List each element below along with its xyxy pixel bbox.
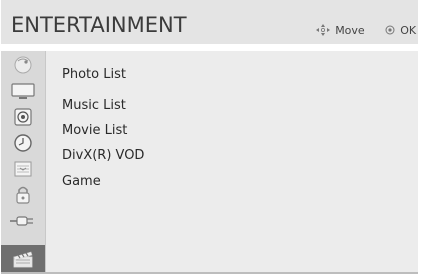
menu-header: ENTERTAINMENT Move OK bbox=[1, 0, 418, 44]
move-arrows-icon bbox=[316, 24, 333, 37]
page-title: ENTERTAINMENT bbox=[11, 13, 187, 37]
menu-content: Photo List Music List Movie List DivX(R)… bbox=[46, 51, 418, 273]
menu-item-divx-vod[interactable]: DivX(R) VOD bbox=[62, 148, 144, 163]
move-hint: Move bbox=[316, 24, 365, 37]
menu-item-game[interactable]: Game bbox=[62, 174, 101, 189]
sidebar-item-picture[interactable] bbox=[1, 79, 45, 103]
input-cable-icon bbox=[9, 212, 37, 230]
category-sidebar bbox=[1, 51, 46, 273]
lock-icon bbox=[12, 184, 34, 206]
menu-item-photo-list[interactable]: Photo List bbox=[62, 67, 126, 82]
sidebar-item-entertainment[interactable] bbox=[1, 245, 45, 273]
clock-time-icon bbox=[12, 133, 34, 153]
sidebar-item-option[interactable] bbox=[1, 157, 45, 181]
sidebar-item-time[interactable] bbox=[1, 131, 45, 155]
entertainment-menu-screen: ENTERTAINMENT Move OK Photo List Music L… bbox=[0, 0, 421, 274]
tv-picture-icon bbox=[10, 82, 36, 100]
ok-hint-label: OK bbox=[400, 24, 417, 37]
menu-item-movie-list[interactable]: Movie List bbox=[62, 123, 127, 138]
satellite-dish-icon bbox=[12, 55, 34, 75]
sidebar-item-channel[interactable] bbox=[1, 53, 45, 77]
sidebar-item-lock[interactable] bbox=[1, 183, 45, 207]
options-grid-icon bbox=[12, 159, 34, 179]
clapperboard-entertainment-icon bbox=[11, 249, 35, 269]
speaker-audio-icon bbox=[12, 107, 34, 127]
sidebar-item-audio[interactable] bbox=[1, 105, 45, 129]
sidebar-item-input[interactable] bbox=[1, 209, 45, 233]
move-hint-label: Move bbox=[335, 24, 365, 37]
menu-item-music-list[interactable]: Music List bbox=[62, 98, 126, 113]
ok-button-icon bbox=[385, 25, 398, 37]
ok-hint: OK bbox=[385, 24, 416, 37]
